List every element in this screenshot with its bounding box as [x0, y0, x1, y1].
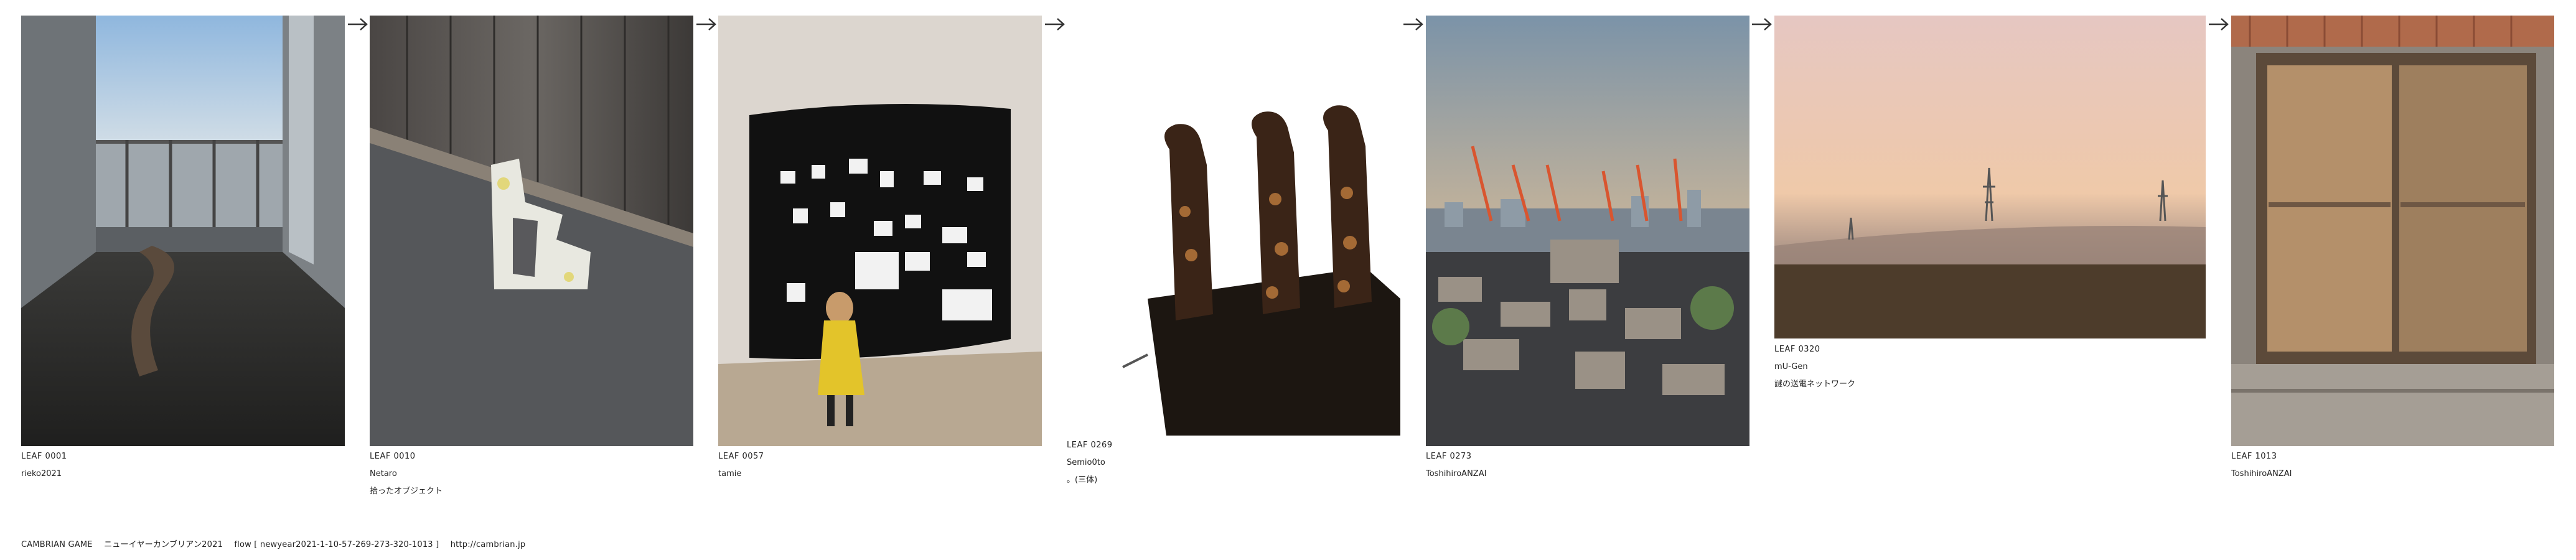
leaf-author[interactable]: Semio0to	[1067, 454, 1113, 472]
leaf-title[interactable]: 拾ったオブジェクト	[370, 483, 443, 500]
leaf-meta: LEAF 0269 Semio0to 。(三体)	[1067, 437, 1113, 489]
leaf-id[interactable]: LEAF 0057	[718, 448, 764, 465]
leaf-meta: LEAF 1013 ToshihiroANZAI	[2231, 448, 2292, 483]
arrow-right-icon	[1402, 16, 1425, 33]
arrow-right-icon	[1044, 16, 1066, 33]
leaf-meta: LEAF 0320 mU-Gen 謎の送電ネットワーク	[1774, 341, 1855, 393]
game-name[interactable]: CAMBRIAN GAME	[21, 540, 93, 549]
leaf-meta: LEAF 0010 Netaro 拾ったオブジェクト	[370, 448, 443, 500]
leaf-title[interactable]: 謎の送電ネットワーク	[1774, 376, 1855, 393]
leaf-photo[interactable]	[718, 16, 1042, 446]
leaf-meta: LEAF 0057 tamie	[718, 448, 764, 483]
leaf-author[interactable]: Netaro	[370, 465, 443, 483]
leaf-author[interactable]: tamie	[718, 465, 764, 483]
leaf-photo[interactable]	[1774, 16, 2206, 338]
arrow-right-icon	[1751, 16, 1773, 33]
arrow-right-icon	[695, 16, 718, 33]
leaf-photo[interactable]	[370, 16, 693, 446]
leaf-id[interactable]: LEAF 1013	[2231, 448, 2292, 465]
leaf-author[interactable]: mU-Gen	[1774, 358, 1855, 376]
leaf-photo[interactable]	[2231, 16, 2554, 446]
leaf-author[interactable]: ToshihiroANZAI	[2231, 465, 2292, 483]
leaf-photo[interactable]	[1067, 6, 1400, 436]
site-link[interactable]: http://cambrian.jp	[451, 540, 526, 549]
leaf-id[interactable]: LEAF 0010	[370, 448, 443, 465]
leaf-author[interactable]: rieko2021	[21, 465, 67, 483]
leaf-id[interactable]: LEAF 0320	[1774, 341, 1855, 358]
arrow-right-icon	[347, 16, 369, 33]
arrow-right-icon	[2208, 16, 2230, 33]
footer: CAMBRIAN GAME ニューイヤーカンブリアン2021 flow [ ne…	[21, 538, 525, 549]
leaf-id[interactable]: LEAF 0269	[1067, 437, 1113, 454]
leaf-id[interactable]: LEAF 0273	[1426, 448, 1486, 465]
leaf-id[interactable]: LEAF 0001	[21, 448, 67, 465]
leaf-meta: LEAF 0273 ToshihiroANZAI	[1426, 448, 1486, 483]
flow-id[interactable]: flow [ newyear2021-1-10-57-269-273-320-1…	[234, 540, 439, 549]
leaf-title[interactable]: 。(三体)	[1067, 472, 1113, 489]
leaf-photo[interactable]	[1426, 16, 1749, 446]
leaf-meta: LEAF 0001 rieko2021	[21, 448, 67, 483]
leaf-photo[interactable]	[21, 16, 345, 446]
leaf-author[interactable]: ToshihiroANZAI	[1426, 465, 1486, 483]
event-name[interactable]: ニューイヤーカンブリアン2021	[104, 540, 223, 549]
